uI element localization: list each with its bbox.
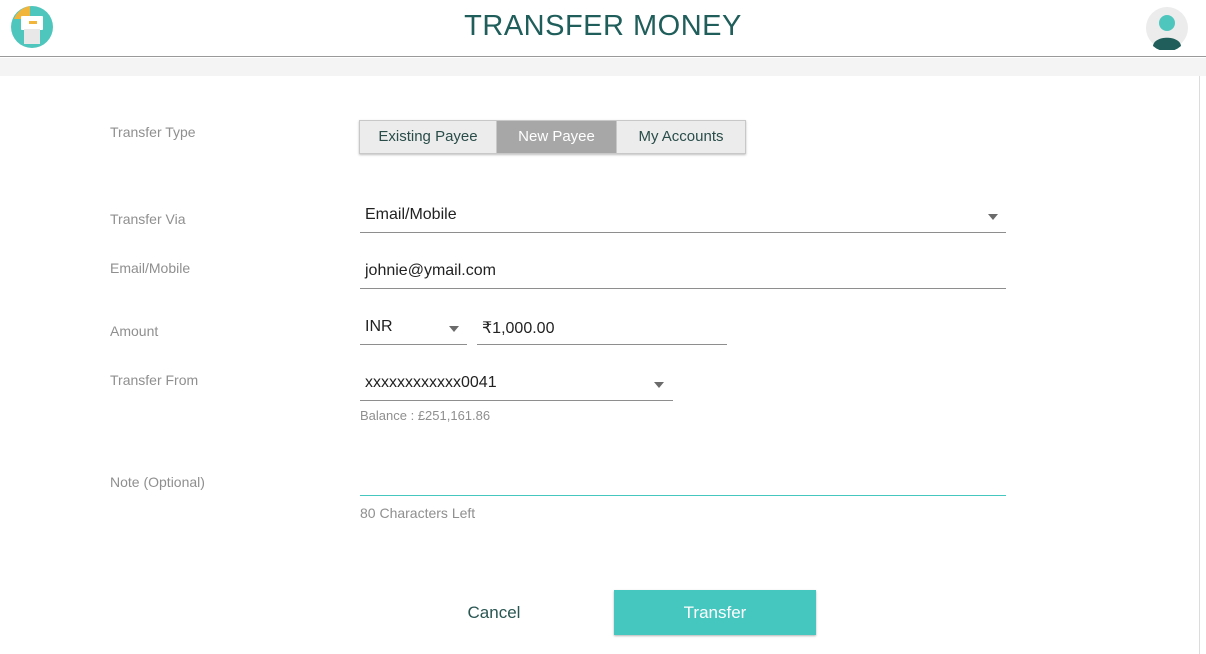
transfer-from-value: xxxxxxxxxxxx0041 bbox=[365, 374, 497, 391]
characters-left-text: 80 Characters Left bbox=[360, 505, 476, 521]
amount-label: Amount bbox=[110, 323, 159, 339]
segment-new-payee[interactable]: New Payee bbox=[497, 121, 617, 153]
chevron-down-icon bbox=[988, 214, 998, 220]
transfer-type-segmented-control: Existing Payee New Payee My Accounts bbox=[359, 120, 746, 154]
currency-value: INR bbox=[365, 318, 393, 335]
segment-my-accounts[interactable]: My Accounts bbox=[617, 121, 745, 153]
balance-text: Balance : £251,161.86 bbox=[360, 408, 491, 423]
app-header: TRANSFER MONEY bbox=[0, 0, 1206, 57]
amount-value: ₹1,000.00 bbox=[482, 320, 555, 337]
note-label: Note (Optional) bbox=[110, 474, 205, 490]
transfer-button[interactable]: Transfer bbox=[614, 590, 816, 635]
transfer-from-label: Transfer From bbox=[110, 372, 199, 388]
segment-existing-payee[interactable]: Existing Payee bbox=[360, 121, 497, 153]
chevron-down-icon bbox=[654, 382, 664, 388]
cancel-button[interactable]: Cancel bbox=[444, 591, 544, 635]
panel-border bbox=[1199, 76, 1200, 654]
transfer-via-label: Transfer Via bbox=[110, 211, 186, 227]
email-mobile-input[interactable]: johnie@ymail.com bbox=[360, 262, 1006, 289]
transfer-from-select[interactable]: xxxxxxxxxxxx0041 bbox=[360, 374, 673, 401]
header-separator bbox=[0, 58, 1206, 76]
chevron-down-icon bbox=[449, 326, 459, 332]
note-input[interactable] bbox=[360, 470, 1006, 496]
transfer-type-label: Transfer Type bbox=[110, 124, 196, 140]
currency-select[interactable]: INR bbox=[360, 318, 467, 345]
email-mobile-value: johnie@ymail.com bbox=[365, 262, 496, 279]
page-title: TRANSFER MONEY bbox=[464, 10, 742, 42]
email-mobile-label: Email/Mobile bbox=[110, 260, 191, 276]
transfer-via-select[interactable]: Email/Mobile bbox=[360, 206, 1006, 233]
amount-input[interactable]: ₹1,000.00 bbox=[477, 318, 727, 345]
transfer-via-value: Email/Mobile bbox=[365, 206, 457, 223]
user-avatar-icon[interactable] bbox=[1145, 6, 1189, 50]
